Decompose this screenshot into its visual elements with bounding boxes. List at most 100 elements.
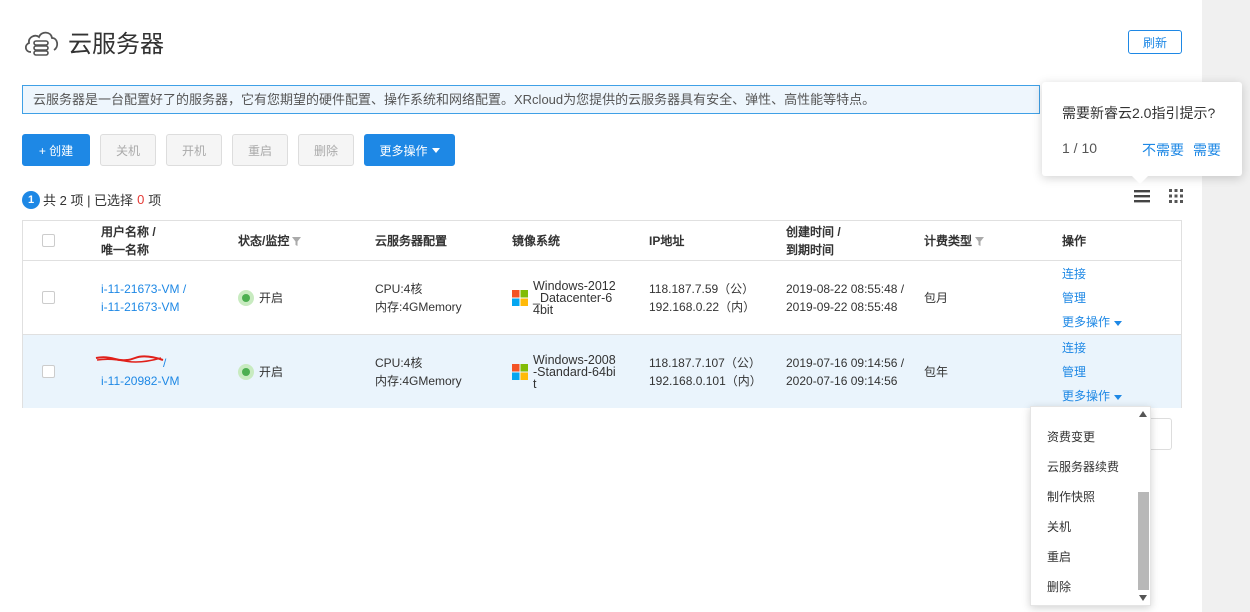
start-button[interactable]: 开机: [166, 134, 222, 166]
col-status: 状态/监控: [238, 221, 302, 260]
more-ops-label: 更多操作: [1062, 388, 1111, 403]
more-ops-link[interactable]: 更多操作: [1062, 384, 1123, 408]
pagination-next-button[interactable]: [1150, 418, 1172, 450]
menu-item-shutdown[interactable]: 关机: [1047, 518, 1071, 535]
row-checkbox[interactable]: [42, 291, 55, 304]
more-actions-label: 更多操作: [379, 143, 428, 158]
shutdown-button[interactable]: 关机: [100, 134, 156, 166]
ops-cell: 连接 管理 更多操作: [1062, 335, 1123, 408]
page-header: 云服务器: [22, 24, 164, 59]
col-name: 用户名称 / 唯一名称: [101, 221, 156, 260]
ip-public: 118.187.7.107（公）: [649, 355, 761, 370]
selected-unit: 项: [148, 193, 162, 208]
header-checkbox-cell: [42, 221, 55, 260]
redaction-scribble: [95, 355, 164, 363]
billing-type: 包月: [924, 290, 949, 305]
filter-icon[interactable]: [975, 236, 985, 246]
ip-private: 192.168.0.101（内）: [649, 373, 762, 388]
col-time: 创建时间 / 到期时间: [786, 221, 841, 260]
col-ip-label: IP地址: [649, 233, 685, 248]
scroll-up-icon[interactable]: [1139, 411, 1147, 417]
guide-question: 需要新睿云2.0指引提示?: [1062, 105, 1216, 121]
unique-name-link[interactable]: i-11-21673-VM: [101, 298, 186, 316]
row-checkbox[interactable]: [42, 365, 55, 378]
billing-cell: 包月: [924, 261, 948, 334]
expire-time: 2020-07-16 09:14:56: [786, 373, 898, 388]
caret-down-icon: [431, 147, 440, 153]
row-checkbox-cell: [42, 261, 55, 334]
time-cell: 2019-07-16 09:14:56 / 2020-07-16 09:14:5…: [786, 335, 904, 408]
scrollbar-thumb[interactable]: [1138, 492, 1149, 590]
col-billing: 计费类型: [924, 221, 985, 260]
guide-decline-link[interactable]: 不需要: [1142, 140, 1184, 160]
menu-item-fee-change[interactable]: 资费变更: [1047, 428, 1095, 445]
selection-summary: 1 共 2 项 | 已选择 0 项: [22, 190, 161, 209]
col-name-line1: 用户名称 /: [101, 224, 156, 239]
config-cell: CPU:4核 内存:4GMemory: [375, 335, 462, 408]
guide-tooltip: 需要新睿云2.0指引提示? 1 / 10 不需要 需要: [1042, 82, 1242, 184]
delete-button[interactable]: 删除: [298, 134, 354, 166]
server-table: 用户名称 / 唯一名称 状态/监控 云服务器配置 镜像系统 IP地址 创建时间 …: [22, 220, 1182, 408]
dropdown-scrollbar[interactable]: [1136, 407, 1150, 605]
col-ops: 操作: [1062, 221, 1086, 260]
col-name-line2: 唯一名称: [101, 242, 150, 257]
col-billing-label: 计费类型: [924, 233, 973, 248]
menu-item-restart[interactable]: 重启: [1047, 548, 1071, 565]
unique-name-link[interactable]: i-11-20982-VM: [101, 372, 179, 390]
col-image-label: 镜像系统: [512, 233, 561, 248]
more-ops-link[interactable]: 更多操作: [1062, 310, 1123, 334]
time-cell: 2019-08-22 08:55:48 / 2019-09-22 08:55:4…: [786, 261, 904, 334]
table-row[interactable]: i-11-21673-VM / i-11-21673-VM 开启 CPU:4核 …: [23, 261, 1181, 335]
memory-text: 内存:4GMemory: [375, 299, 462, 314]
total-count-text: 共 2 项 | 已选择: [43, 193, 134, 208]
windows-icon: [512, 363, 528, 380]
manage-link[interactable]: 管理: [1062, 360, 1122, 384]
guide-accept-link[interactable]: 需要: [1193, 140, 1221, 160]
scroll-down-icon[interactable]: [1139, 595, 1147, 601]
caret-down-icon: [1114, 320, 1123, 326]
connect-link[interactable]: 连接: [1062, 336, 1122, 360]
action-toolbar: + 创建 关机 开机 重启 删除 更多操作: [22, 134, 465, 166]
refresh-button[interactable]: 刷新: [1128, 30, 1182, 54]
col-config: 云服务器配置: [375, 221, 447, 260]
name-cell: / i-11-20982-VM: [101, 335, 179, 408]
status-on-icon: [238, 289, 254, 306]
expire-time: 2019-09-22 08:55:48: [786, 299, 898, 314]
status-on-icon: [238, 363, 254, 380]
menu-item-delete[interactable]: 删除: [1047, 578, 1071, 595]
memory-text: 内存:4GMemory: [375, 373, 462, 388]
filter-icon[interactable]: [292, 236, 302, 246]
col-time-line2: 到期时间: [786, 242, 835, 257]
restart-button[interactable]: 重启: [232, 134, 288, 166]
description-banner: 云服务器是一台配置好了的服务器，它有您期望的硬件配置、操作系统和网络配置。XRc…: [22, 85, 1040, 114]
ip-cell: 118.187.7.59（公） 192.168.0.22（内）: [649, 261, 755, 334]
status-text: 开启: [259, 290, 284, 305]
image-cell: Windows-2012_Datacenter-64bit: [512, 261, 619, 334]
list-view-icon[interactable]: [1133, 188, 1151, 204]
created-time: 2019-07-16 09:14:56 /: [786, 355, 905, 370]
status-cell: 开启: [238, 261, 283, 334]
more-actions-button[interactable]: 更多操作: [364, 134, 455, 166]
cpu-text: CPU:4核: [375, 281, 423, 296]
col-status-label: 状态/监控: [238, 233, 290, 248]
os-name: Windows-2008-Standard-64bit: [533, 352, 616, 391]
user-name-link[interactable]: i-11-21673-VM /: [101, 280, 186, 298]
col-time-line1: 创建时间 /: [786, 224, 841, 239]
create-button[interactable]: + 创建: [22, 134, 90, 166]
manage-link[interactable]: 管理: [1062, 286, 1122, 310]
col-ip: IP地址: [649, 221, 684, 260]
image-cell: Windows-2008-Standard-64bit: [512, 335, 619, 408]
table-row[interactable]: / i-11-20982-VM 开启 CPU:4核 内存:4GMemory Wi…: [23, 335, 1181, 408]
page-title: 云服务器: [68, 31, 164, 58]
ops-cell: 连接 管理 更多操作: [1062, 261, 1123, 334]
os-name: Windows-2012_Datacenter-64bit: [533, 278, 616, 317]
menu-item-snapshot[interactable]: 制作快照: [1047, 488, 1095, 505]
selected-count: 0: [137, 192, 145, 207]
connect-link[interactable]: 连接: [1062, 262, 1122, 286]
config-cell: CPU:4核 内存:4GMemory: [375, 261, 462, 334]
menu-item-renew[interactable]: 云服务器续费: [1047, 458, 1119, 475]
billing-type: 包年: [924, 364, 949, 379]
select-all-checkbox[interactable]: [42, 234, 55, 247]
created-time: 2019-08-22 08:55:48 /: [786, 281, 905, 296]
grid-view-icon[interactable]: [1167, 188, 1185, 204]
